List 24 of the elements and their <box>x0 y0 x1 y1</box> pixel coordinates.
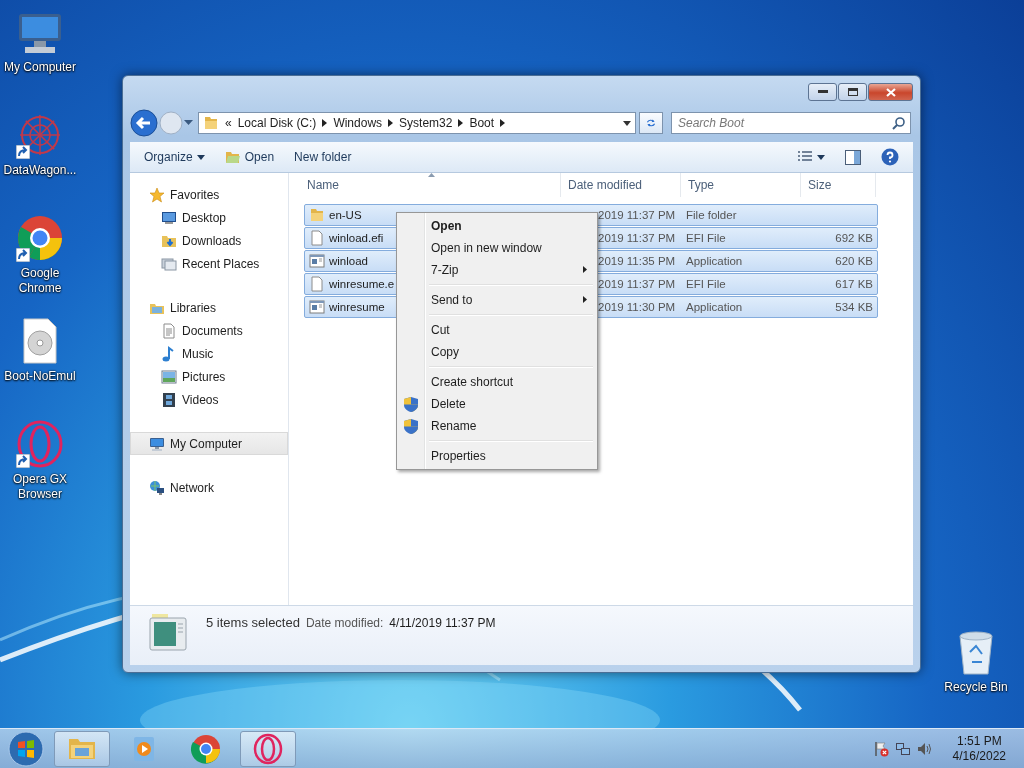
clock-time: 1:51 PM <box>956 734 1002 749</box>
file-name: winresume <box>329 301 385 313</box>
date-text: 2019 11:37 PM <box>598 209 676 221</box>
type-text: EFI File <box>686 232 726 244</box>
date-text: 2019 11:35 PM <box>598 255 676 267</box>
date-text: 2019 11:37 PM <box>598 232 676 244</box>
size-text: 620 KB <box>835 255 873 267</box>
date-text: 2019 11:30 PM <box>598 301 676 313</box>
file-name: winresume.e <box>329 278 395 290</box>
date-text: 2019 11:37 PM <box>598 278 676 290</box>
file-name: winload <box>329 255 368 267</box>
detail-label: Date modified: <box>305 616 384 630</box>
type-text: File folder <box>686 209 737 221</box>
type-text: EFI File <box>686 278 726 290</box>
size-text: 617 KB <box>835 278 873 290</box>
file-name: en-US <box>329 209 362 221</box>
size-text: 534 KB <box>835 301 873 313</box>
selection-summary: 5 items selected <box>206 615 300 630</box>
size-text: 692 KB <box>835 232 873 244</box>
clock-date: 4/16/2022 <box>952 749 1006 764</box>
type-text: Application <box>686 255 743 267</box>
file-name: winload.efi <box>329 232 384 244</box>
detail-value: 4/11/2019 11:37 PM <box>389 616 496 630</box>
type-text: Application <box>686 301 743 313</box>
